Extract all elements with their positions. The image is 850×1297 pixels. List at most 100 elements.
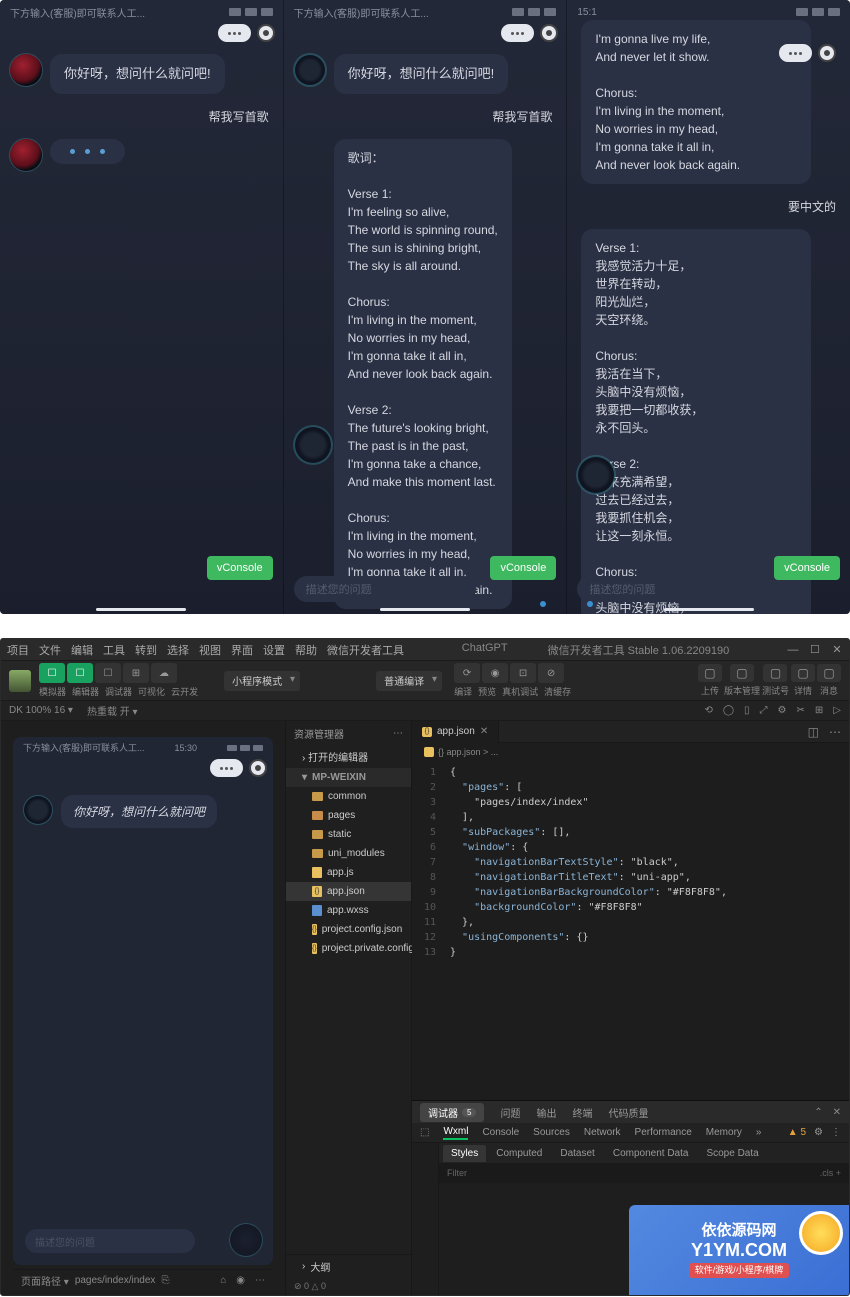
minimize-icon[interactable]: — — [787, 644, 799, 656]
expand-icon[interactable]: ⤢ — [760, 705, 768, 716]
maximize-icon[interactable]: ☐ — [809, 644, 821, 656]
vconsole-button[interactable]: vConsole — [774, 556, 840, 580]
close-icon[interactable]: ✕ — [831, 644, 843, 656]
menu-视图[interactable]: 视图 — [199, 642, 221, 658]
file-app.js[interactable]: app.js — [286, 863, 411, 882]
breadcrumb[interactable]: {} app.json > ... — [412, 743, 849, 761]
mode-select[interactable]: 小程序模式 — [224, 671, 300, 691]
capsule-close[interactable] — [540, 24, 558, 42]
refresh-icon[interactable]: ⟲ — [704, 705, 712, 716]
compile-button[interactable]: ⟳ — [454, 663, 480, 683]
preview-button[interactable]: ◉ — [482, 663, 508, 683]
menu-微信开发者工具[interactable]: 微信开发者工具 — [327, 642, 404, 658]
project-root[interactable]: ▾ MP-WEIXIN — [286, 768, 411, 787]
vconsole-button[interactable]: vConsole — [207, 556, 273, 580]
gear-icon[interactable]: ⚙ — [814, 1127, 823, 1138]
vconsole-button[interactable]: vConsole — [490, 556, 556, 580]
open-editors[interactable]: › 打开的编辑器 — [286, 745, 411, 768]
file-app.json[interactable]: {}app.json — [286, 882, 411, 901]
hot-reload[interactable]: 热重载 开 ▾ — [87, 703, 138, 718]
tool-icon[interactable]: ⚙ — [778, 705, 787, 716]
chat-input[interactable]: 描述您的问题 — [577, 576, 760, 602]
tool-icon[interactable]: ⊞ — [815, 705, 823, 716]
menu-界面[interactable]: 界面 — [231, 642, 253, 658]
styles-tab-component data[interactable]: Component Data — [605, 1145, 697, 1162]
capsule-menu[interactable] — [218, 24, 251, 42]
copy-icon[interactable]: ⎘ — [161, 1275, 169, 1286]
code-editor[interactable]: 12345678910111213 { "pages": [ "pages/in… — [412, 761, 849, 1100]
chevron-up-icon[interactable]: ⌃ — [814, 1107, 822, 1118]
more-tabs-icon[interactable]: » — [756, 1127, 762, 1138]
capsule-close[interactable] — [257, 24, 275, 42]
inspect-icon[interactable]: ⬚ — [420, 1127, 429, 1138]
cloud-toggle[interactable]: ☁ — [151, 663, 177, 683]
file-static[interactable]: static — [286, 825, 411, 844]
editor-toggle[interactable]: ☐ — [67, 663, 93, 683]
codequality-tab[interactable]: 代码质量 — [608, 1105, 648, 1120]
menu-项目[interactable]: 项目 — [7, 642, 29, 658]
menu-文件[interactable]: 文件 — [39, 642, 61, 658]
warnings-count[interactable]: ▲ 5 — [788, 1127, 806, 1138]
code-content[interactable]: { "pages": [ "pages/index/index" ], "sub… — [442, 761, 849, 1100]
user-avatar-icon[interactable] — [9, 670, 31, 692]
console-tab[interactable]: Console — [482, 1127, 519, 1138]
menu-帮助[interactable]: 帮助 — [295, 642, 317, 658]
visual-toggle[interactable]: ⊞ — [123, 663, 149, 683]
menu-设置[interactable]: 设置 — [263, 642, 285, 658]
capsule-close[interactable] — [818, 44, 836, 62]
styles-tab-styles[interactable]: Styles — [443, 1145, 486, 1162]
close-icon[interactable]: ✕ — [833, 1107, 841, 1118]
capsule-menu[interactable] — [210, 759, 243, 777]
chat-input[interactable]: 描述您的问题 — [294, 576, 477, 602]
file-common[interactable]: common — [286, 787, 411, 806]
filter-input[interactable]: Filter — [447, 1168, 467, 1178]
toolbar-上传[interactable]: ▢ — [698, 664, 722, 682]
file-app.wxss[interactable]: app.wxss — [286, 901, 411, 920]
styles-tab-computed[interactable]: Computed — [488, 1145, 550, 1162]
problems-tab[interactable]: 问题 — [500, 1105, 520, 1120]
toolbar-测试号[interactable]: ▢ — [763, 664, 787, 682]
menu-转到[interactable]: 转到 — [135, 642, 157, 658]
tool-icon[interactable]: ✂ — [797, 705, 805, 716]
home-icon[interactable]: ⌂ — [220, 1275, 226, 1286]
kebab-icon[interactable]: ⋮ — [831, 1127, 841, 1138]
outline-section[interactable]: › 大纲 — [286, 1255, 411, 1278]
memory-tab[interactable]: Memory — [706, 1127, 742, 1138]
eye-icon[interactable]: ◉ — [236, 1275, 245, 1286]
sources-tab[interactable]: Sources — [533, 1127, 570, 1138]
more-icon[interactable]: ⋯ — [255, 1275, 265, 1286]
network-tab[interactable]: Network — [584, 1127, 621, 1138]
output-tab[interactable]: 输出 — [536, 1105, 556, 1120]
file-project.config.json[interactable]: {}project.config.json — [286, 920, 411, 939]
circle-icon[interactable]: ◯ — [723, 705, 734, 716]
close-tab-icon[interactable]: ✕ — [480, 726, 488, 737]
page-path-label[interactable]: 页面路径 ▾ — [21, 1273, 69, 1288]
sim-chat-input[interactable]: 描述您的问题 — [25, 1229, 195, 1253]
tool-icon[interactable]: ▷ — [833, 705, 841, 716]
file-pages[interactable]: pages — [286, 806, 411, 825]
toolbar-消息[interactable]: ▢ — [817, 664, 841, 682]
capsule-menu[interactable] — [501, 24, 534, 42]
device-scale[interactable]: DK 100% 16 ▾ — [9, 705, 73, 716]
sim-send-button[interactable] — [229, 1223, 263, 1257]
capsule-menu[interactable] — [779, 44, 812, 62]
menu-选择[interactable]: 选择 — [167, 642, 189, 658]
styles-tab-dataset[interactable]: Dataset — [552, 1145, 602, 1162]
split-icon[interactable]: ◫ — [808, 725, 819, 739]
menu-编辑[interactable]: 编辑 — [71, 642, 93, 658]
menu-工具[interactable]: 工具 — [103, 642, 125, 658]
performance-tab[interactable]: Performance — [635, 1127, 692, 1138]
compile-select[interactable]: 普通编译 — [376, 671, 442, 691]
clear-cache-button[interactable]: ⊘ — [538, 663, 564, 683]
styles-tab-scope data[interactable]: Scope Data — [698, 1145, 766, 1162]
debugger-toggle[interactable]: ☐ — [95, 663, 121, 683]
toolbar-版本管理[interactable]: ▢ — [730, 664, 754, 682]
remote-debug-button[interactable]: ⊡ — [510, 663, 536, 683]
device-icon[interactable]: ▯ — [744, 705, 750, 716]
debugger-tab[interactable]: 调试器5 — [420, 1103, 484, 1122]
terminal-tab[interactable]: 终端 — [572, 1105, 592, 1120]
simulator-toggle[interactable]: ☐ — [39, 663, 65, 683]
elements-tree[interactable] — [412, 1143, 439, 1295]
editor-tab-appjson[interactable]: {} app.json ✕ — [412, 721, 499, 743]
more-icon[interactable]: ⋯ — [393, 728, 403, 739]
